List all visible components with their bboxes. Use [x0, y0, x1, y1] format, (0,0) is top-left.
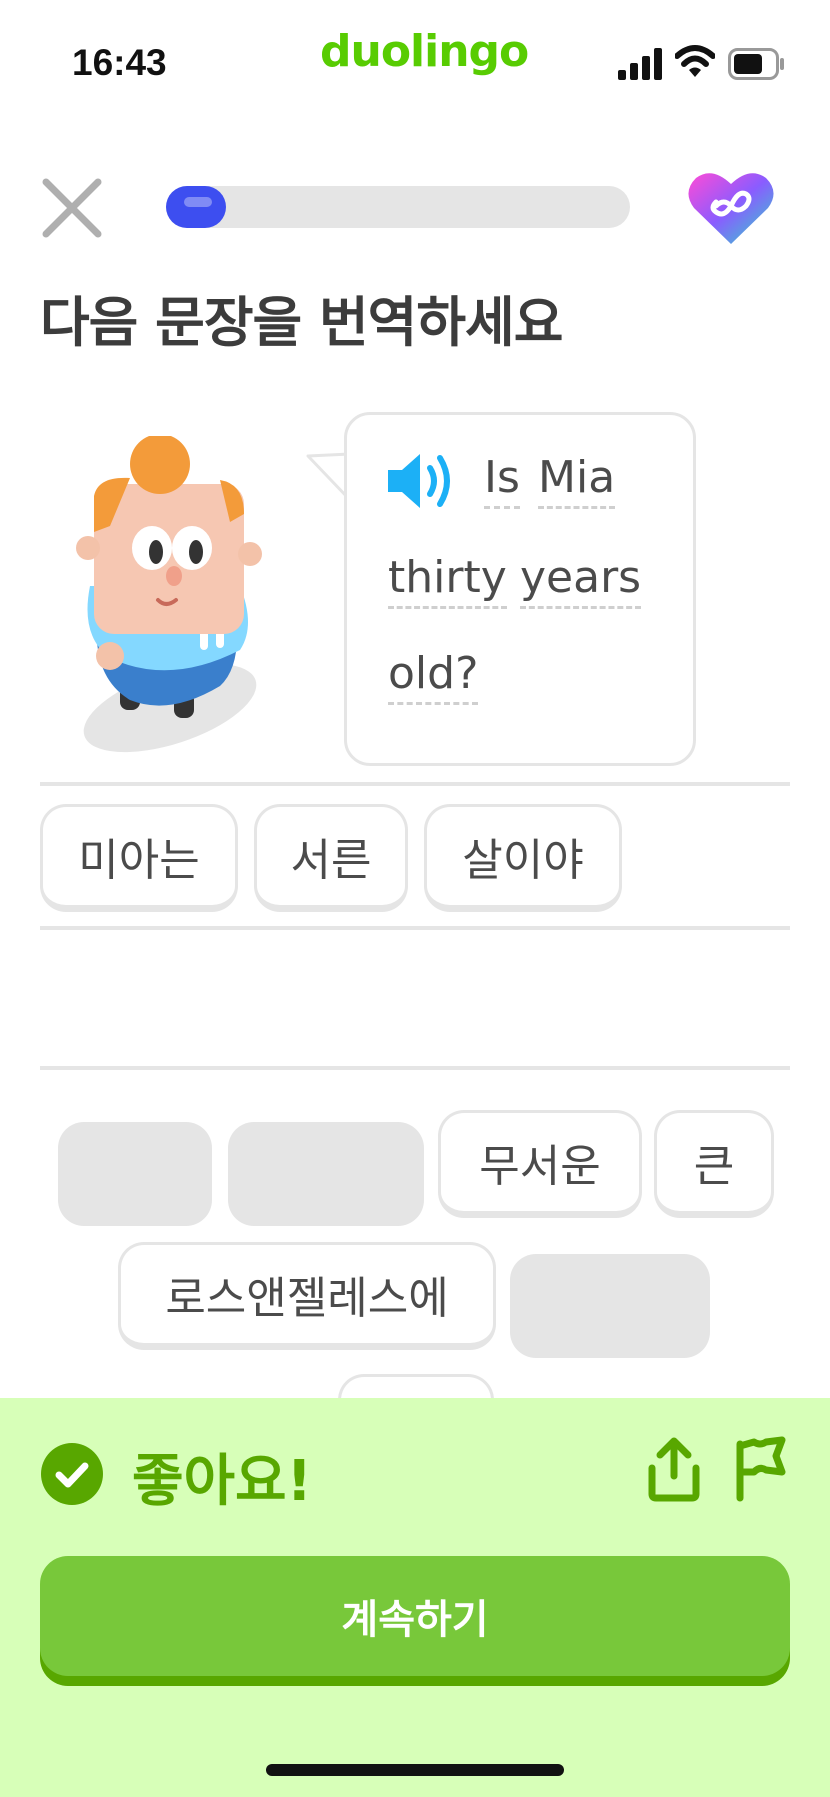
- close-icon[interactable]: [40, 176, 104, 240]
- brand-logo: duolingo: [320, 26, 529, 77]
- status-time: 16:43: [72, 42, 167, 83]
- prompt-word[interactable]: thirty: [388, 552, 507, 609]
- word-bank-tile[interactable]: 무서운: [438, 1110, 642, 1218]
- answer-tile[interactable]: 미아는: [40, 804, 238, 912]
- lesson-progress-bar: [166, 186, 630, 228]
- used-word-slot: [510, 1254, 710, 1358]
- used-word-slot: [228, 1122, 424, 1226]
- answer-line-middle: [40, 926, 790, 930]
- character-illustration: [76, 436, 262, 753]
- prompt-word[interactable]: Mia: [538, 452, 616, 509]
- battery-icon: [728, 48, 784, 80]
- used-word-slot: [58, 1122, 212, 1226]
- share-icon[interactable]: [644, 1436, 704, 1502]
- exercise-instruction: 다음 문장을 번역하세요: [40, 291, 563, 354]
- prompt-word[interactable]: old?: [388, 648, 479, 705]
- flag-icon[interactable]: [730, 1436, 790, 1502]
- feedback-message: 좋아요!: [132, 1449, 313, 1514]
- prompt-word[interactable]: years: [520, 552, 642, 609]
- home-indicator[interactable]: [266, 1764, 564, 1776]
- word-bank-tile[interactable]: 큰: [654, 1110, 774, 1218]
- word-bank-tile[interactable]: 로스앤젤레스에: [118, 1242, 496, 1350]
- lesson-progress-fill: [166, 186, 227, 228]
- answer-line-bottom: [40, 1066, 790, 1070]
- answer-tile[interactable]: 서른: [254, 804, 408, 912]
- answer-tile[interactable]: 살이야: [424, 804, 622, 912]
- signal-icon: [618, 48, 662, 80]
- wifi-icon: [675, 45, 715, 77]
- speaker-icon[interactable]: [384, 450, 456, 512]
- answer-line-top: [40, 782, 790, 786]
- check-circle-icon: [41, 1443, 103, 1505]
- infinite-heart-icon[interactable]: [686, 168, 776, 248]
- prompt-word[interactable]: Is: [484, 452, 520, 509]
- continue-button[interactable]: 계속하기: [40, 1556, 790, 1676]
